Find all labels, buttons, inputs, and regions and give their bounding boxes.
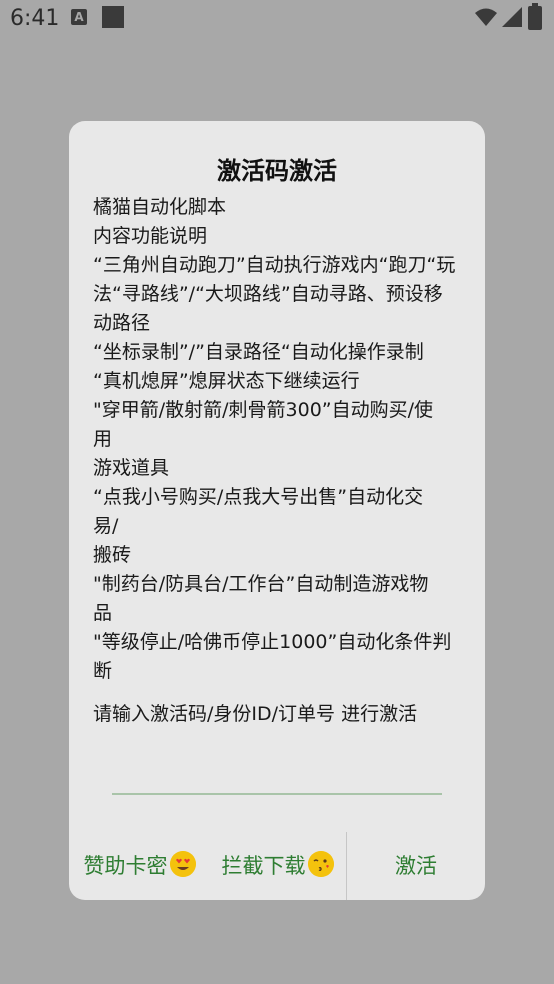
intercept-button-label: 拦截下载 <box>221 854 306 878</box>
wifi-icon <box>475 8 497 26</box>
message-line: “三角州自动跑刀”自动执行游戏内“跑刀“玩 <box>93 254 456 276</box>
activation-dialog: 激活码激活 橘猫自动化脚本 内容功能说明 “三角州自动跑刀”自动执行游戏内“跑刀… <box>69 121 485 900</box>
kissing-wink-emoji-icon <box>307 851 334 877</box>
message-line: 橘猫自动化脚本 <box>93 196 227 218</box>
intercept-download-button[interactable]: 拦截下载 <box>215 832 340 900</box>
message-line: 搬砖 <box>93 544 132 566</box>
activate-button[interactable]: 激活 <box>347 832 485 900</box>
message-line: “真机熄屏”熄屏状态下继续运行 <box>93 370 360 392</box>
cellular-signal-icon <box>502 7 522 27</box>
sponsor-card-button[interactable]: 赞助卡密 <box>77 832 202 900</box>
notification-a-icon: A <box>71 9 87 25</box>
message-line: 易/ <box>93 515 119 537</box>
message-line: 内容功能说明 <box>93 225 208 247</box>
battery-icon <box>528 3 542 30</box>
message-line: 用 <box>93 428 113 450</box>
message-line: 法“寻路线”/“大坝路线”自动寻路、预设移 <box>93 283 443 305</box>
notification-square-icon <box>102 6 124 28</box>
message-line: 品 <box>93 602 113 624</box>
dialog-title: 激活码激活 <box>217 157 337 185</box>
dialog-message: 橘猫自动化脚本 内容功能说明 “三角州自动跑刀”自动执行游戏内“跑刀“玩 法“寻… <box>93 193 467 729</box>
message-line: “坐标录制”/”自录路径“自动化操作录制 <box>93 341 424 363</box>
activation-prompt: 请输入激活码/身份ID/订单号 进行激活 <box>93 703 418 725</box>
message-line: "制药台/防具台/工作台”自动制造游戏物 <box>93 573 429 595</box>
activation-code-input[interactable] <box>112 753 442 795</box>
status-bar: 6:41 A <box>0 0 554 38</box>
message-line: "等级停止/哈佛币停止1000”自动化条件判 <box>93 631 452 653</box>
heart-eyes-emoji-icon <box>169 851 196 877</box>
message-line: 游戏道具 <box>93 457 170 479</box>
message-line: "穿甲箭/散射箭/刺骨箭300”自动购买/使 <box>93 399 434 421</box>
message-line: 断 <box>93 660 113 682</box>
status-time: 6:41 <box>10 6 60 31</box>
sponsor-button-label: 赞助卡密 <box>83 854 168 878</box>
message-line: “点我小号购买/点我大号出售”自动化交 <box>93 486 424 508</box>
message-line: 动路径 <box>93 312 151 334</box>
